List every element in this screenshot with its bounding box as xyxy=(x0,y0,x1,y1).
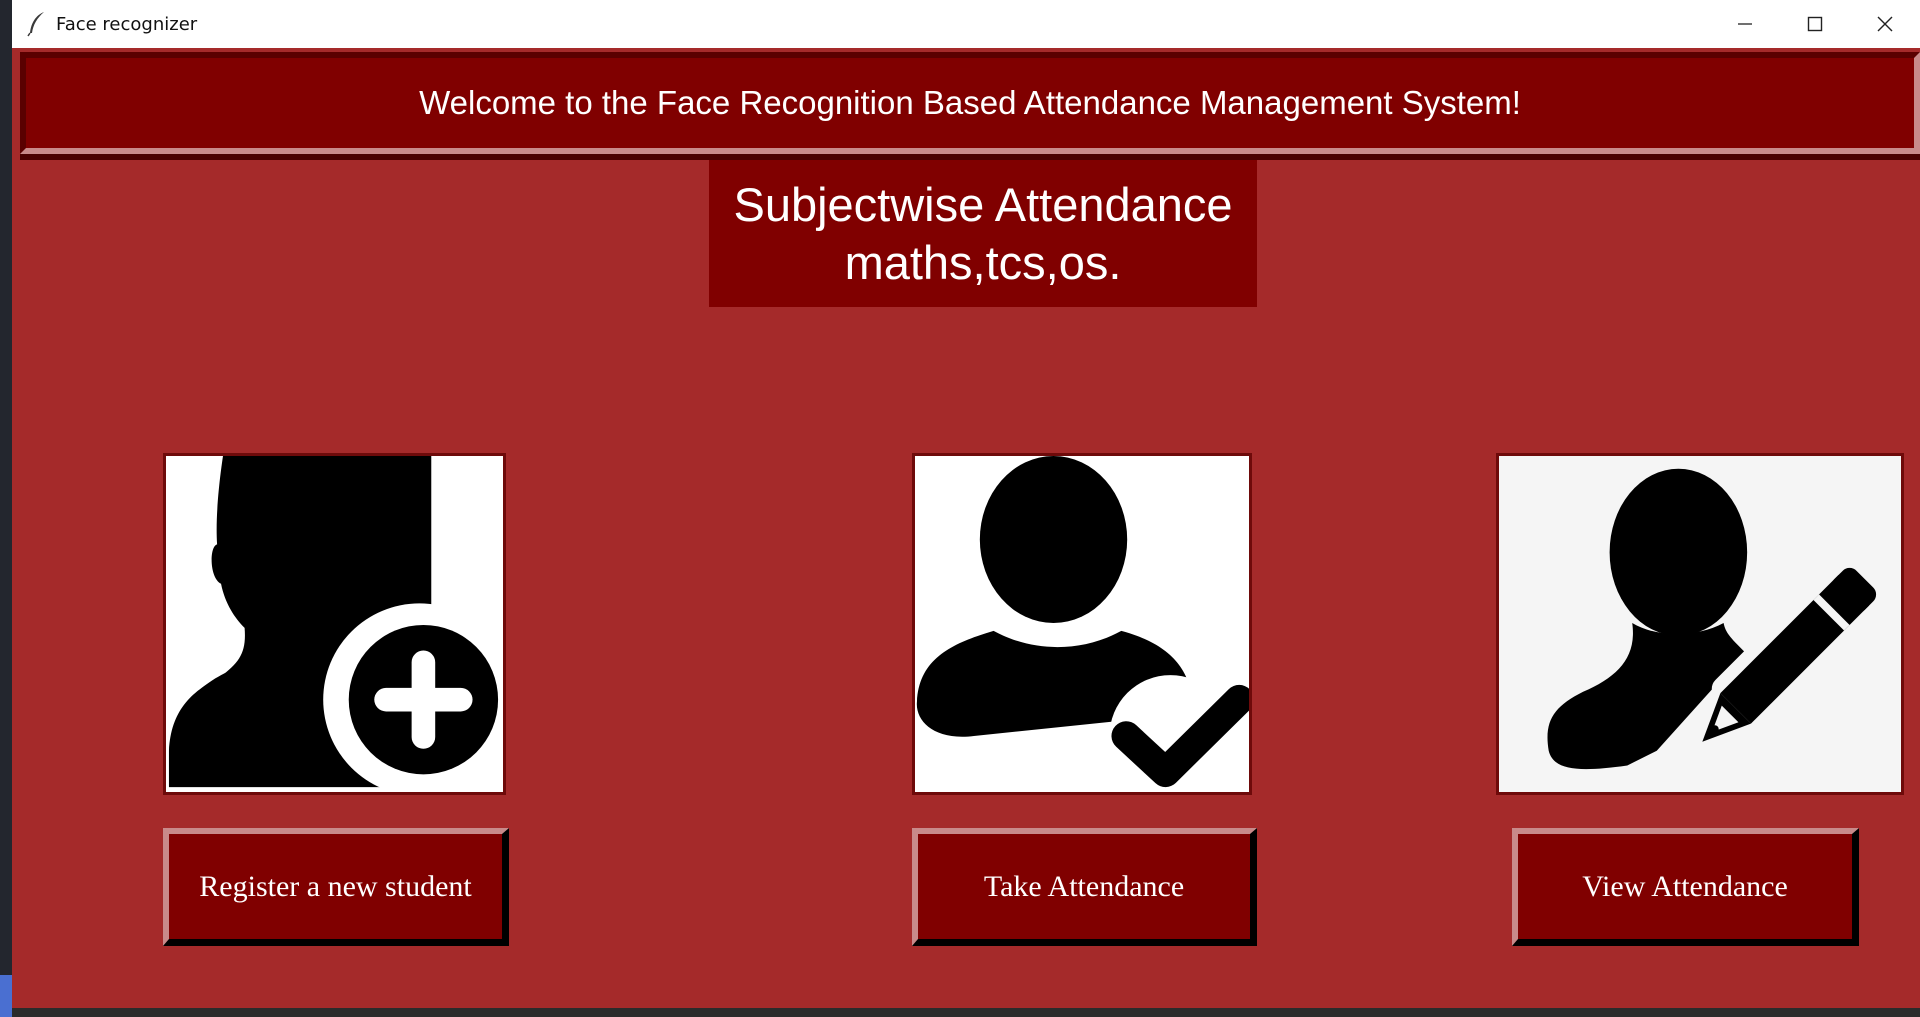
close-icon xyxy=(1877,16,1893,32)
view-attendance-tile xyxy=(1496,453,1904,795)
app-window: Face recognizer Welcome to the Face Reco… xyxy=(12,0,1920,1008)
maximize-button[interactable] xyxy=(1780,0,1850,48)
taskbar-accent xyxy=(0,975,12,1017)
user-check-icon xyxy=(916,456,1249,792)
subject-list: maths,tcs,os. xyxy=(844,236,1122,289)
register-student-button[interactable]: Register a new student xyxy=(163,828,509,946)
take-attendance-tile xyxy=(912,453,1252,795)
desktop-edge xyxy=(0,0,12,1017)
register-student-tile xyxy=(163,453,506,795)
user-edit-icon xyxy=(1547,468,1885,770)
welcome-banner: Welcome to the Face Recognition Based At… xyxy=(20,52,1920,154)
add-user-icon xyxy=(168,456,503,792)
minimize-icon xyxy=(1738,23,1752,25)
close-button[interactable] xyxy=(1850,0,1920,48)
minimize-button[interactable] xyxy=(1710,0,1780,48)
take-attendance-button[interactable]: Take Attendance xyxy=(912,828,1257,946)
feather-icon xyxy=(27,12,44,37)
window-title: Face recognizer xyxy=(56,13,198,35)
maximize-icon xyxy=(1807,16,1823,32)
subject-panel: Subjectwise Attendance maths,tcs,os. xyxy=(709,160,1257,307)
subject-heading: Subjectwise Attendance xyxy=(733,178,1233,231)
title-bar[interactable]: Face recognizer xyxy=(12,0,1920,48)
view-attendance-button[interactable]: View Attendance xyxy=(1512,828,1859,946)
window-bottom-edge xyxy=(12,1008,1920,1017)
